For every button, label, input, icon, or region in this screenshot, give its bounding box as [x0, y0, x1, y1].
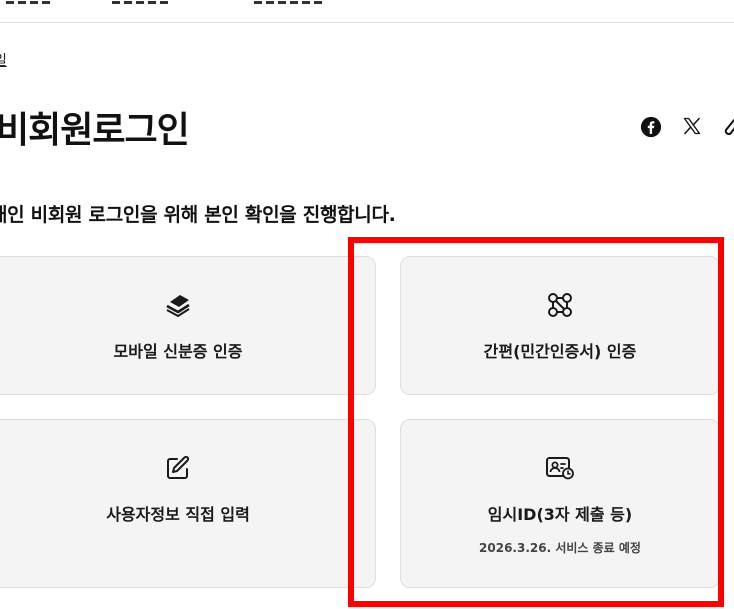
mobile-id-icon [163, 290, 193, 320]
mobile-id-label: 모바일 신분증 인증 [113, 342, 243, 361]
edit-icon [163, 453, 193, 483]
mobile-id-auth-button[interactable]: 모바일 신분증 인증 [0, 256, 376, 395]
simple-auth-button[interactable]: 간편(민간인증서) 인증 [400, 256, 720, 395]
temp-id-end-notice: 2026.3.26. 서비스 종료 예정 [479, 541, 641, 555]
page-title: 비회원로그인 [0, 110, 190, 151]
page-subtitle: 개인 비회원 로그인을 위해 본인 확인을 진행합니다. [0, 204, 396, 226]
temp-id-icon [545, 453, 575, 483]
manual-entry-button[interactable]: 사용자정보 직접 입력 [0, 419, 376, 588]
nav-fragment [112, 0, 172, 5]
breadcrumb-link[interactable]: 일 [0, 50, 7, 70]
manual-entry-label: 사용자정보 직접 입력 [106, 505, 250, 524]
x-icon[interactable] [682, 116, 702, 136]
nav-fragment [254, 0, 326, 5]
top-nav [0, 0, 734, 23]
link-icon[interactable] [720, 116, 734, 138]
temp-id-label: 임시ID(3자 제출 등) [487, 505, 633, 524]
simple-auth-icon [545, 290, 575, 320]
temp-id-button[interactable]: 임시ID(3자 제출 등) 2026.3.26. 서비스 종료 예정 [400, 419, 720, 588]
simple-auth-label: 간편(민간인증서) 인증 [483, 342, 637, 361]
nav-fragment [6, 0, 54, 5]
facebook-icon[interactable] [640, 116, 662, 138]
